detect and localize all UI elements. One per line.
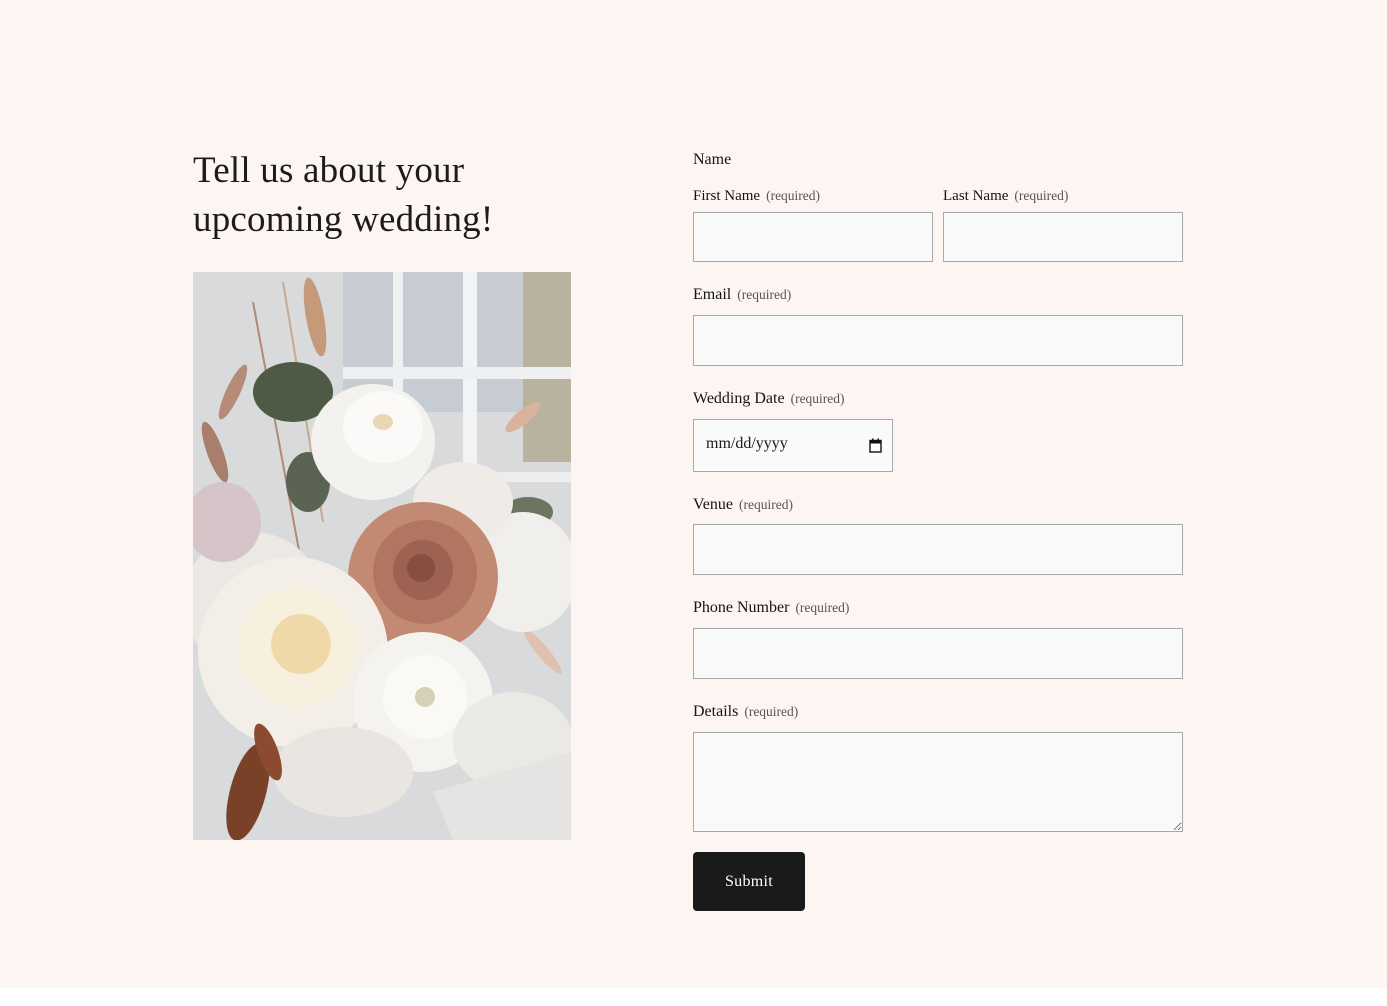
required-marker: (required)	[795, 600, 850, 615]
required-marker: (required)	[738, 497, 793, 512]
page-bottom-band	[0, 988, 1387, 1006]
required-marker: (required)	[766, 188, 821, 203]
first-name-input[interactable]	[693, 212, 933, 262]
required-marker: (required)	[790, 391, 845, 406]
venue-label-text: Venue	[693, 496, 733, 513]
phone-number-label: Phone Number (required)	[693, 598, 849, 618]
last-name-label: Last Name (required)	[943, 186, 1068, 206]
last-name-label-text: Last Name	[943, 188, 1009, 204]
wedding-date-label-text: Wedding Date	[693, 390, 785, 407]
details-label-text: Details	[693, 703, 739, 720]
first-name-label-text: First Name	[693, 188, 761, 204]
email-input[interactable]	[693, 315, 1183, 366]
submit-button[interactable]: Submit	[693, 852, 805, 911]
wedding-date-label: Wedding Date (required)	[693, 389, 845, 409]
last-name-input[interactable]	[943, 212, 1183, 262]
venue-label: Venue (required)	[693, 495, 793, 515]
bouquet-photo	[193, 272, 571, 840]
required-marker: (required)	[1014, 188, 1069, 203]
first-name-label: First Name (required)	[693, 186, 820, 206]
venue-input[interactable]	[693, 524, 1183, 575]
details-label: Details (required)	[693, 702, 798, 722]
details-textarea[interactable]	[693, 732, 1183, 832]
required-marker: (required)	[744, 704, 799, 719]
name-group-label: Name	[693, 151, 732, 168]
wedding-date-input[interactable]: mm/dd/yyyy	[693, 419, 893, 472]
date-format-placeholder: mm/dd/yyyy	[706, 435, 788, 452]
page-heading: Tell us about your upcoming wedding!	[193, 150, 494, 240]
calendar-icon[interactable]	[869, 438, 882, 453]
page-top-band	[0, 0, 1387, 40]
email-label: Email (required)	[693, 285, 791, 305]
required-marker: (required)	[737, 287, 792, 302]
phone-number-label-text: Phone Number	[693, 599, 790, 616]
email-label-text: Email	[693, 286, 732, 303]
phone-number-input[interactable]	[693, 628, 1183, 679]
